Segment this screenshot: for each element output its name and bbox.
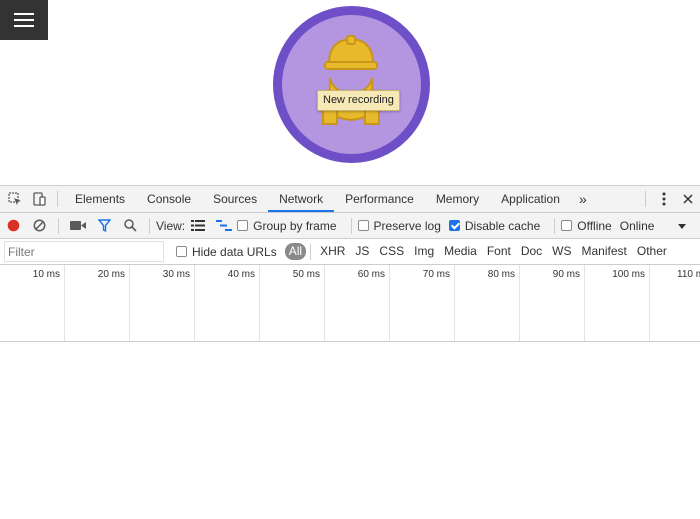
inspect-element-icon[interactable]	[3, 186, 27, 212]
filter-input[interactable]	[4, 241, 164, 262]
filter-type-ws[interactable]: WS	[547, 243, 576, 260]
filter-type-js[interactable]: JS	[350, 243, 374, 260]
kebab-menu-icon[interactable]	[652, 186, 676, 212]
tab-sources[interactable]: Sources	[202, 186, 268, 212]
record-button[interactable]	[0, 213, 26, 238]
waterfall-overview-icon[interactable]	[211, 213, 237, 238]
filter-type-all[interactable]: All	[284, 243, 307, 260]
timeline-tick: 70 ms	[390, 265, 455, 341]
video-camera-icon[interactable]	[65, 213, 91, 238]
throttling-select[interactable]: Online	[620, 219, 655, 233]
badge-graphic	[273, 6, 430, 163]
hamburger-icon	[14, 13, 34, 15]
close-icon[interactable]	[676, 186, 700, 212]
network-toolbar: View: Group by frame Preserve log Disabl…	[0, 213, 700, 239]
chevron-double-right-icon[interactable]: »	[571, 186, 595, 212]
timeline-tick: 110 ms	[677, 269, 700, 280]
filter-type-css[interactable]: CSS	[374, 243, 409, 260]
recording-badge[interactable]	[273, 6, 430, 163]
tab-elements[interactable]: Elements	[64, 186, 136, 212]
network-overview-timeline[interactable]: 10 ms 20 ms 30 ms 40 ms 50 ms 60 ms 70 m…	[0, 265, 700, 342]
network-filter-bar: Hide data URLs All XHR JS CSS Img Media …	[0, 239, 700, 265]
group-by-frame-checkbox[interactable]: Group by frame	[237, 219, 337, 233]
tab-network[interactable]: Network	[268, 186, 335, 212]
filter-type-font[interactable]: Font	[482, 243, 516, 260]
clear-icon[interactable]	[26, 213, 52, 238]
large-rows-icon[interactable]	[185, 213, 211, 238]
filter-type-manifest[interactable]: Manifest	[577, 243, 632, 260]
timeline-tick: 90 ms	[520, 265, 585, 341]
filter-type-other[interactable]: Other	[632, 243, 672, 260]
hamburger-menu-button[interactable]	[0, 0, 48, 40]
record-icon	[7, 219, 19, 232]
devtools-tabbar: Elements Console Sources Network Perform…	[0, 186, 700, 213]
timeline-tick: 60 ms	[325, 265, 390, 341]
chevron-down-icon[interactable]	[678, 219, 686, 233]
device-toolbar-icon[interactable]	[27, 186, 51, 212]
tab-application[interactable]: Application	[490, 186, 571, 212]
filter-type-xhr[interactable]: XHR	[315, 243, 350, 260]
view-label: View:	[156, 218, 186, 233]
preserve-log-checkbox[interactable]: Preserve log	[357, 219, 441, 233]
filter-type-doc[interactable]: Doc	[516, 243, 547, 260]
timeline-tick: 50 ms	[260, 265, 325, 341]
devtools-panel: Elements Console Sources Network Perform…	[0, 185, 700, 519]
timeline-tick: 10 ms	[0, 265, 65, 341]
timeline-tick: 40 ms	[195, 265, 260, 341]
timeline-tick: 20 ms	[65, 265, 130, 341]
offline-checkbox[interactable]: Offline	[561, 219, 612, 233]
timeline-tick: 30 ms	[130, 265, 195, 341]
filter-type-img[interactable]: Img	[409, 243, 439, 260]
tab-performance[interactable]: Performance	[334, 186, 425, 212]
filter-funnel-icon[interactable]	[91, 213, 117, 238]
tab-console[interactable]: Console	[136, 186, 202, 212]
search-icon[interactable]	[117, 213, 143, 238]
new-recording-tooltip: New recording	[317, 90, 400, 111]
hide-data-urls-checkbox[interactable]: Hide data URLs	[176, 245, 277, 259]
disable-cache-checkbox[interactable]: Disable cache	[448, 219, 540, 233]
filter-type-media[interactable]: Media	[439, 243, 482, 260]
timeline-tick: 80 ms	[455, 265, 520, 341]
tab-memory[interactable]: Memory	[425, 186, 490, 212]
timeline-tick: 100 ms	[585, 265, 650, 341]
